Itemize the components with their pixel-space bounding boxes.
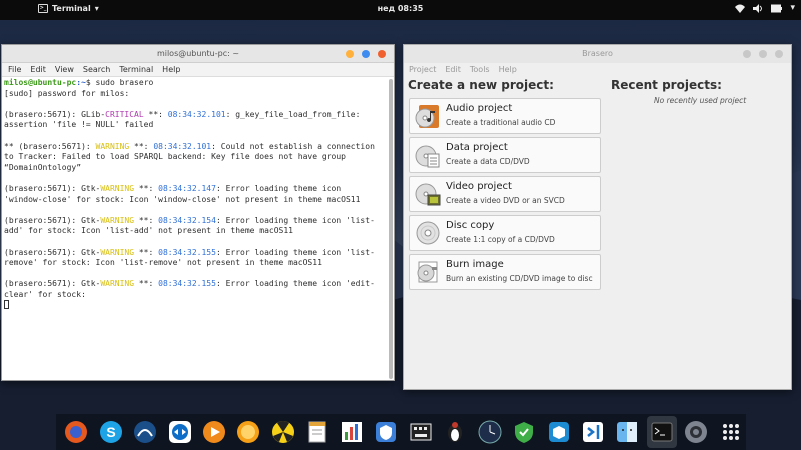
log-line: (brasero:5671): Gtk-WARNING **: 08:34:32… xyxy=(4,247,375,268)
brasero-menubar: Project Edit Tools Help xyxy=(404,63,791,76)
finder-icon[interactable] xyxy=(612,416,642,448)
video-disc-icon xyxy=(415,183,441,206)
disc-copy-button[interactable]: Disc copy Create 1:1 copy of a CD/DVD xyxy=(409,215,601,251)
log-line: (brasero:5671): Gtk-WARNING **: 08:34:32… xyxy=(4,279,375,299)
clock-app-icon[interactable] xyxy=(474,416,504,448)
dock: S xyxy=(56,414,746,450)
close-button[interactable] xyxy=(775,50,783,58)
teamviewer-icon[interactable] xyxy=(164,416,194,448)
minimize-button[interactable] xyxy=(743,50,751,58)
data-project-button[interactable]: Data project Create a data CD/DVD xyxy=(409,137,601,173)
maximize-button[interactable] xyxy=(759,50,767,58)
menu-search[interactable]: Search xyxy=(83,63,110,76)
settings-icon[interactable] xyxy=(681,416,711,448)
minimize-button[interactable] xyxy=(346,50,354,58)
log-line: (brasero:5671): GLib-CRITICAL **: 08:34:… xyxy=(4,109,366,130)
terminal-icon[interactable] xyxy=(646,416,678,448)
project-desc: Create a traditional audio CD xyxy=(446,118,556,127)
terminal-menubar: File Edit View Search Terminal Help xyxy=(2,63,394,77)
media-player-icon[interactable] xyxy=(199,416,229,448)
audio-project-button[interactable]: Audio project Create a traditional audio… xyxy=(409,98,601,134)
close-button[interactable] xyxy=(378,50,386,58)
menu-file[interactable]: File xyxy=(8,63,21,76)
project-desc: Create 1:1 copy of a CD/DVD xyxy=(446,235,555,244)
project-desc: Create a video DVD or an SVCD xyxy=(446,196,565,205)
project-list: Audio project Create a traditional audio… xyxy=(409,98,601,293)
project-title: Data project xyxy=(446,142,508,153)
recent-empty-message: No recently used project xyxy=(654,96,747,105)
prompt-command: :~$ sudo brasero xyxy=(76,78,154,87)
menu-terminal[interactable]: Terminal xyxy=(119,63,153,76)
shield-icon[interactable] xyxy=(509,416,539,448)
recent-projects-heading: Recent projects: xyxy=(611,78,722,92)
menu-tools[interactable]: Tools xyxy=(470,63,490,76)
log-line: ** (brasero:5671): WARNING **: 08:34:32.… xyxy=(4,141,380,172)
new-project-heading: Create a new project: xyxy=(408,78,554,92)
vscode-icon[interactable] xyxy=(578,416,608,448)
keyboard-icon[interactable] xyxy=(406,416,436,448)
project-title: Disc copy xyxy=(446,220,495,231)
menu-edit[interactable]: Edit xyxy=(445,63,461,76)
project-desc: Burn an existing CD/DVD image to disc xyxy=(446,274,593,283)
project-desc: Create a data CD/DVD xyxy=(446,157,530,166)
project-title: Video project xyxy=(446,181,512,192)
project-title: Audio project xyxy=(446,103,513,114)
text-cursor xyxy=(4,300,9,310)
burn-image-icon xyxy=(417,261,438,283)
skype-icon[interactable]: S xyxy=(95,416,125,448)
security-icon[interactable] xyxy=(371,416,401,448)
battery-icon xyxy=(771,4,783,12)
project-title: Burn image xyxy=(446,259,504,270)
sudo-prompt: [sudo] password for milos: xyxy=(4,88,130,98)
brasero-window[interactable]: Brasero Project Edit Tools Help Create a… xyxy=(403,44,792,390)
system-monitor-icon[interactable] xyxy=(337,416,367,448)
menu-project[interactable]: Project xyxy=(409,63,436,76)
audio-cd-icon xyxy=(415,105,439,128)
disc-copy-icon xyxy=(416,221,440,245)
window-title: milos@ubuntu-pc: ~ xyxy=(156,49,240,58)
wifi-icon xyxy=(735,4,746,13)
system-tray[interactable]: ▾ xyxy=(735,3,795,13)
terminal-output[interactable]: milos@ubuntu-pc:~$ sudo brasero [sudo] p… xyxy=(2,78,386,380)
svg-text:S: S xyxy=(106,424,115,440)
video-project-button[interactable]: Video project Create a video DVD or an S… xyxy=(409,176,601,212)
package-icon[interactable] xyxy=(543,416,573,448)
top-panel: >_ Terminal ▾ нед 08:35 ▾ xyxy=(0,0,801,20)
prompt-user: milos@ubuntu-pc xyxy=(4,78,77,87)
log-line: (brasero:5671): Gtk-WARNING **: 08:34:32… xyxy=(4,183,361,204)
menu-help[interactable]: Help xyxy=(162,63,180,76)
terminal-window[interactable]: milos@ubuntu-pc: ~ File Edit View Search… xyxy=(1,44,395,381)
penguin-icon[interactable] xyxy=(440,416,470,448)
burn-image-button[interactable]: Burn image Burn an existing CD/DVD image… xyxy=(409,254,601,290)
radiation-app-icon[interactable] xyxy=(268,416,298,448)
window-title: Brasero xyxy=(582,49,613,58)
clock[interactable]: нед 08:35 xyxy=(0,4,801,13)
firefox-icon[interactable] xyxy=(61,416,91,448)
menu-help[interactable]: Help xyxy=(499,63,517,76)
data-disc-icon xyxy=(415,145,440,168)
terminal-titlebar[interactable]: milos@ubuntu-pc: ~ xyxy=(2,45,394,63)
browser-icon[interactable] xyxy=(130,416,160,448)
scrollbar[interactable] xyxy=(389,79,393,379)
chevron-down-icon: ▾ xyxy=(790,3,795,13)
app-grid-icon[interactable] xyxy=(716,416,746,448)
maximize-button[interactable] xyxy=(362,50,370,58)
brasero-titlebar[interactable]: Brasero xyxy=(404,45,791,63)
text-editor-icon[interactable] xyxy=(302,416,332,448)
menu-view[interactable]: View xyxy=(55,63,74,76)
volume-icon xyxy=(753,3,763,13)
menu-edit[interactable]: Edit xyxy=(30,63,46,76)
log-line: (brasero:5671): Gtk-WARNING **: 08:34:32… xyxy=(4,215,375,236)
orange-app-icon[interactable] xyxy=(233,416,263,448)
